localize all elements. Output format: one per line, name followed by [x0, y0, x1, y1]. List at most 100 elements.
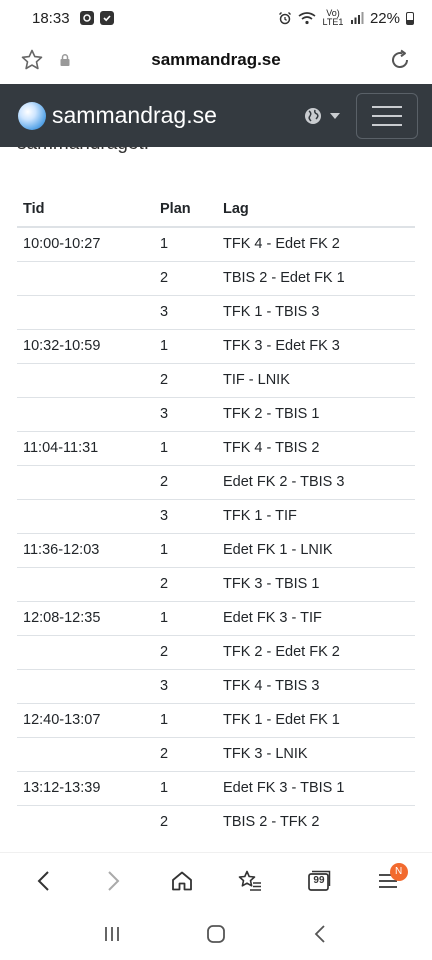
- cell-tid: [17, 668, 154, 703]
- battery-percent: 22%: [369, 9, 400, 27]
- cell-lag: Edet FK 3 - TIF: [217, 600, 415, 635]
- hamburger-icon[interactable]: [356, 92, 418, 139]
- table-row: 12:40-13:07 1 TFK 1 - Edet FK 1: [17, 702, 415, 737]
- cell-plan: 1: [154, 600, 217, 635]
- back-button[interactable]: [24, 861, 64, 901]
- cell-tid: 10:32-10:59: [17, 328, 154, 363]
- android-home-button[interactable]: [196, 914, 236, 954]
- table-row: 2 TFK 3 - TBIS 1: [17, 566, 415, 601]
- bookmarks-icon: [238, 870, 262, 891]
- cell-plan: 2: [154, 566, 217, 601]
- cell-tid: 12:40-13:07: [17, 702, 154, 737]
- cell-plan: 2: [154, 464, 217, 499]
- alarm-icon: [278, 12, 291, 25]
- language-dropdown[interactable]: [304, 107, 340, 125]
- intro-text: sammandraget.: [17, 147, 149, 155]
- cell-tid: 11:36-12:03: [17, 532, 154, 567]
- bookmarks-button[interactable]: [230, 861, 270, 901]
- cell-tid: [17, 736, 154, 771]
- cell-lag: TFK 4 - Edet FK 2: [217, 226, 415, 261]
- star-icon[interactable]: [20, 48, 44, 72]
- cell-lag: Edet FK 2 - TBIS 3: [217, 464, 415, 499]
- checkbox-icon: [99, 11, 114, 25]
- cell-lag: Edet FK 3 - TBIS 1: [217, 770, 415, 805]
- cell-lag: TFK 3 - TBIS 1: [217, 566, 415, 601]
- cell-plan: 2: [154, 362, 217, 397]
- recents-icon: [105, 927, 119, 941]
- cell-lag: TFK 1 - TIF: [217, 498, 415, 533]
- cell-lag: TFK 2 - TBIS 1: [217, 396, 415, 431]
- lock-icon: [60, 54, 70, 66]
- cell-tid: [17, 464, 154, 499]
- cell-lag: TIF - LNIK: [217, 362, 415, 397]
- cell-lag: Edet FK 1 - LNIK: [217, 532, 415, 567]
- status-right: Vo) LTE1 22%: [278, 9, 414, 27]
- table-row: 11:36-12:03 1 Edet FK 1 - LNIK: [17, 532, 415, 567]
- cell-tid: [17, 498, 154, 533]
- wifi-icon: [298, 12, 316, 25]
- cell-plan: 1: [154, 328, 217, 363]
- cell-lag: TFK 2 - Edet FK 2: [217, 634, 415, 669]
- schedule-table: Tid Plan Lag 10:00-10:27 1 TFK 4 - Edet FK…: [17, 192, 415, 839]
- cell-lag: TFK 1 - Edet FK 1: [217, 702, 415, 737]
- table-row: 3 TFK 1 - TIF: [17, 498, 415, 533]
- cell-plan: 1: [154, 226, 217, 261]
- gallery-icon: [79, 11, 94, 25]
- table-row: 2 TBIS 2 - Edet FK 1: [17, 260, 415, 295]
- table-row: 3 TFK 4 - TBIS 3: [17, 668, 415, 703]
- cell-tid: 13:12-13:39: [17, 770, 154, 805]
- cell-tid: [17, 260, 154, 295]
- cell-plan: 3: [154, 498, 217, 533]
- main-content: sammandraget. Tid Plan Lag 10:00-10:271T…: [0, 147, 432, 852]
- cell-tid: 12:08-12:35: [17, 600, 154, 635]
- table-row: 3 TFK 2 - TBIS 1: [17, 396, 415, 431]
- cell-lag: TBIS 2 - TFK 2: [217, 804, 415, 839]
- header-lag: Lag: [217, 192, 415, 228]
- tab-count: 99: [313, 874, 325, 886]
- cell-plan: 2: [154, 634, 217, 669]
- caret-down-icon: [330, 112, 340, 119]
- reload-icon[interactable]: [388, 48, 412, 72]
- table-row: 10:00-10:27 1 TFK 4 - Edet FK 2: [17, 226, 415, 261]
- cell-plan: 1: [154, 532, 217, 567]
- table-row: 3 TFK 1 - TBIS 3: [17, 294, 415, 329]
- system-back-button[interactable]: [300, 914, 340, 954]
- cell-plan: 1: [154, 430, 217, 465]
- cell-tid: [17, 362, 154, 397]
- forward-button[interactable]: [93, 861, 133, 901]
- tabs-button[interactable]: 99: [299, 861, 339, 901]
- table-row: 2 TFK 3 - LNIK: [17, 736, 415, 771]
- home-circle-icon: [207, 925, 225, 943]
- header-tid: Tid: [17, 192, 154, 228]
- table-header-row: Tid Plan Lag: [17, 192, 415, 228]
- cell-plan: 2: [154, 804, 217, 839]
- cell-tid: 10:00-10:27: [17, 226, 154, 261]
- recents-button[interactable]: [92, 914, 132, 954]
- home-button[interactable]: [162, 861, 202, 901]
- cell-lag: TFK 3 - Edet FK 3: [217, 328, 415, 363]
- cell-lag: TFK 1 - TBIS 3: [217, 294, 415, 329]
- cell-lag: TFK 3 - LNIK: [217, 736, 415, 771]
- navbar-brand[interactable]: sammandrag.se: [52, 102, 217, 129]
- logo-diamond-icon[interactable]: [18, 101, 46, 130]
- table-row: 2 Edet FK 2 - TBIS 3: [17, 464, 415, 499]
- cell-tid: 11:04-11:31: [17, 430, 154, 465]
- cell-plan: 3: [154, 294, 217, 329]
- table-row: 13:12-13:39 1 Edet FK 3 - TBIS 1: [17, 770, 415, 805]
- table-row: 11:04-11:31 1 TFK 4 - TBIS 2: [17, 430, 415, 465]
- cell-plan: 1: [154, 702, 217, 737]
- table-row: 2 TFK 2 - Edet FK 2: [17, 634, 415, 669]
- home-icon: [171, 871, 192, 890]
- cell-lag: TBIS 2 - Edet FK 1: [217, 260, 415, 295]
- system-back-icon: [314, 925, 325, 943]
- menu-button[interactable]: N: [368, 861, 408, 901]
- forward-icon: [108, 870, 120, 891]
- cell-tid: [17, 396, 154, 431]
- network-label: Vo) LTE1: [322, 8, 344, 27]
- cell-tid: [17, 634, 154, 669]
- address-bar: sammandrag.se: [0, 36, 432, 84]
- table-row: 2 TIF - LNIK: [17, 362, 415, 397]
- cell-lag: TFK 4 - TBIS 3: [217, 668, 415, 703]
- cell-plan: 2: [154, 260, 217, 295]
- cell-plan: 3: [154, 668, 217, 703]
